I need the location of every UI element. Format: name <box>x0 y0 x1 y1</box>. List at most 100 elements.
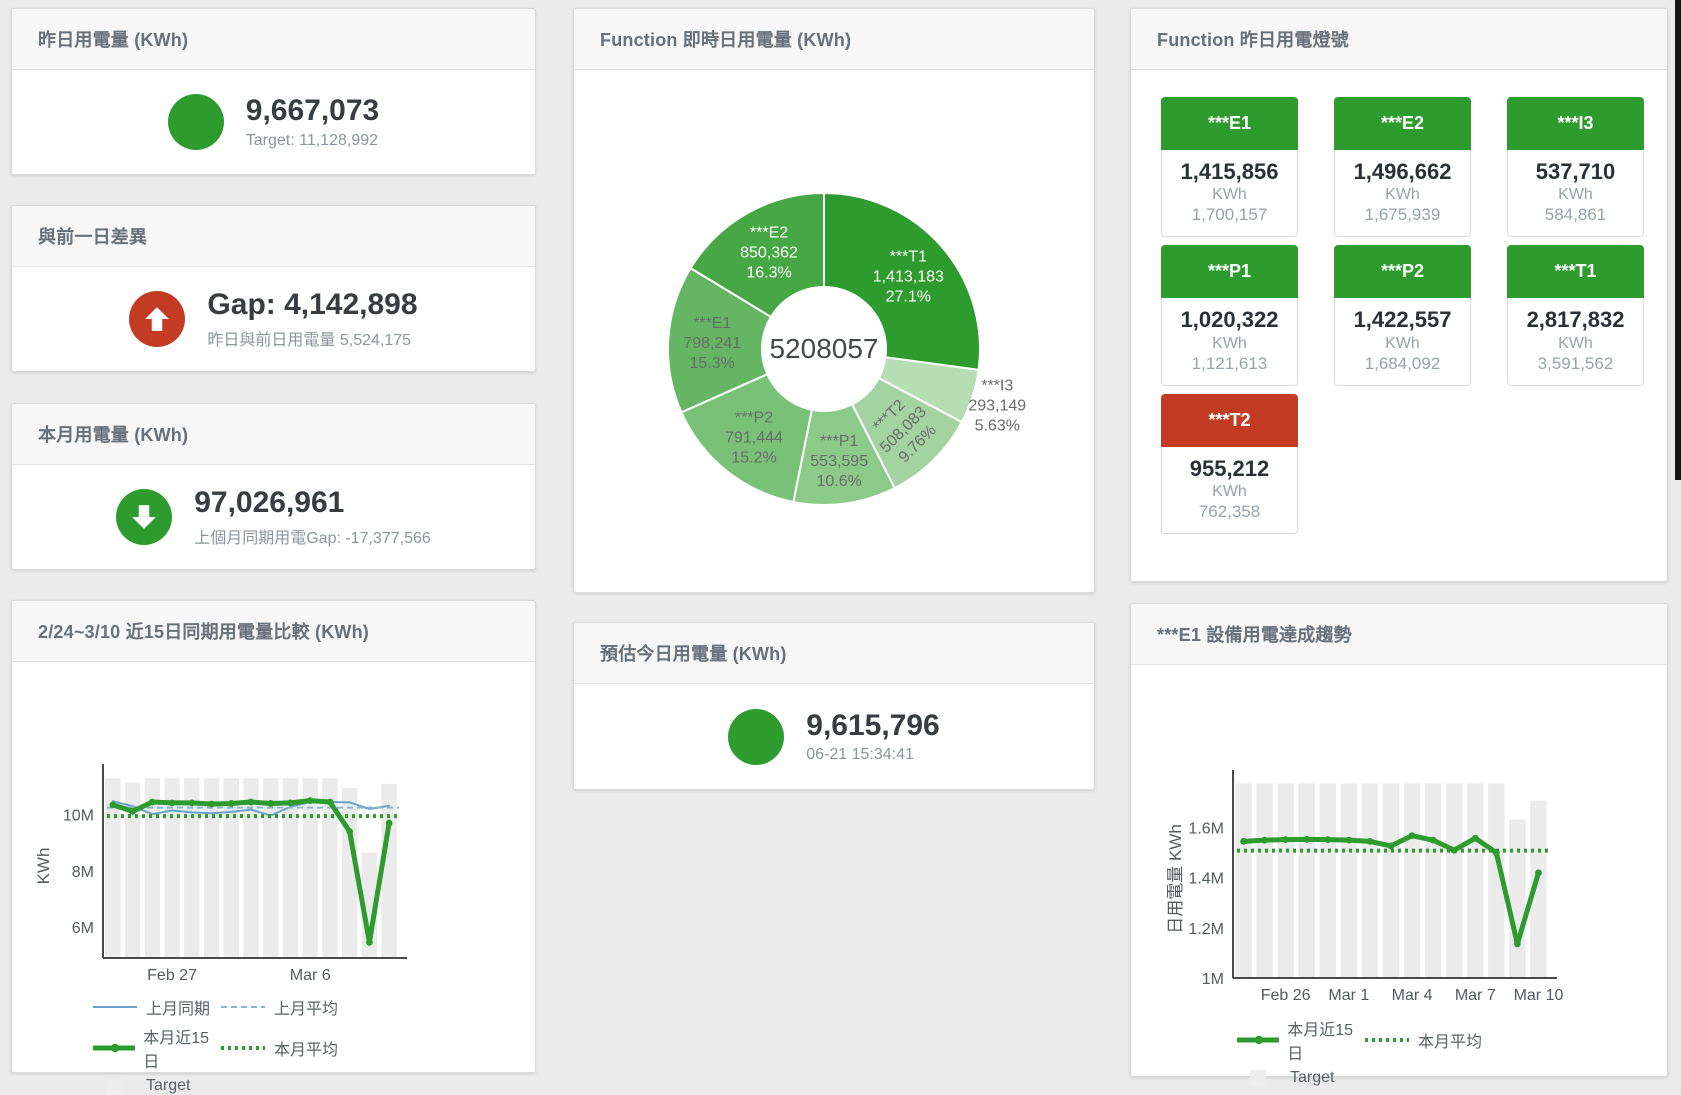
stat-value: 97,026,961 <box>194 486 431 521</box>
data-point <box>149 799 156 806</box>
card-realtime-donut: Function 即時日用電量 (KWh) ***T11,413,18327.1… <box>573 8 1095 593</box>
tile-value: 1,415,856 <box>1162 159 1297 185</box>
data-point <box>1303 836 1310 843</box>
stat-body: 97,026,961 上個月同期用電Gap: -17,377,566 <box>12 465 535 569</box>
target-bar <box>1509 820 1525 978</box>
data-point <box>1240 838 1247 845</box>
tile-value: 1,422,557 <box>1335 307 1470 333</box>
scrollbar-thumb[interactable] <box>1675 0 1681 480</box>
tile-label: ***I3 <box>1507 97 1644 150</box>
legend-item[interactable]: Target <box>92 1077 220 1095</box>
line-swatch <box>220 998 266 1016</box>
data-point <box>208 801 215 808</box>
legend-row: 本月近15日 本月平均 <box>1236 1016 1667 1064</box>
stat-text: Gap: 4,142,898 昨日與前日用電量 5,524,175 <box>207 288 417 350</box>
legend-item[interactable]: 上月平均 <box>220 995 338 1019</box>
legend-label: Target <box>1290 1069 1334 1087</box>
data-point <box>366 939 373 946</box>
line-swatch <box>220 1039 266 1057</box>
legend-item[interactable]: Target <box>1236 1069 1364 1087</box>
legend-row: Target <box>1236 1069 1667 1087</box>
tile-target: 1,121,613 <box>1162 354 1297 374</box>
function-tile: ***E11,415,856KWh1,700,157 <box>1161 97 1298 237</box>
line-swatch <box>92 998 138 1016</box>
tile-unit: KWh <box>1508 186 1643 204</box>
legend-item[interactable]: 本月平均 <box>1364 1028 1482 1052</box>
card-header: ***E1 設備用電達成趨勢 <box>1131 604 1667 665</box>
stat-text: 9,615,796 06-21 15:34:41 <box>806 709 939 765</box>
card-yesterday-usage: 昨日用電量 (KWh) 9,667,073 Target: 11,128,992 <box>11 8 536 175</box>
tile-label: ***T2 <box>1161 394 1298 447</box>
chart-text: Feb 27 <box>147 967 197 984</box>
legend-label: 本月平均 <box>1418 1028 1482 1052</box>
tile-body: 955,212KWh762,358 <box>1161 447 1298 534</box>
stat-body: Gap: 4,142,898 昨日與前日用電量 5,524,175 <box>12 267 535 371</box>
chart-text: 6M <box>72 920 94 937</box>
tile-target: 1,700,157 <box>1162 205 1297 225</box>
tile-target: 762,358 <box>1162 502 1297 522</box>
tile-body: 2,817,832KWh3,591,562 <box>1507 298 1644 385</box>
legend-item[interactable]: 本月近15日 <box>1236 1016 1364 1064</box>
chart-text: 1.6M <box>1188 821 1224 838</box>
legend-item[interactable]: 本月近15日 <box>92 1024 220 1072</box>
chart-text: 1.4M <box>1188 871 1224 888</box>
line-swatch <box>92 1039 135 1057</box>
target-bar <box>1299 784 1315 978</box>
data-point <box>228 800 235 807</box>
legend-label: 本月近15日 <box>1287 1016 1364 1064</box>
data-point <box>346 828 353 835</box>
card-title: 本月用電量 (KWh) <box>38 421 188 447</box>
stat-value: 9,615,796 <box>806 709 939 744</box>
data-point <box>109 801 116 808</box>
data-point <box>287 799 294 806</box>
function-tile: ***P21,422,557KWh1,684,092 <box>1334 245 1471 385</box>
legend-item[interactable]: 上月同期 <box>92 995 220 1019</box>
card-header: 預估今日用電量 (KWh) <box>574 623 1094 684</box>
legend-label: 上月同期 <box>146 995 210 1019</box>
chart-text: Mar 1 <box>1328 987 1369 1004</box>
target-bar <box>1235 784 1251 978</box>
data-point <box>188 799 195 806</box>
status-indicator-icon <box>116 489 172 545</box>
tile-value: 955,212 <box>1162 456 1297 482</box>
target-bar <box>1404 784 1420 978</box>
tile-unit: KWh <box>1162 483 1297 501</box>
tile-body: 1,496,662KWh1,675,939 <box>1334 150 1471 237</box>
card-e1-trend-chart: ***E1 設備用電達成趨勢 1M1.2M1.4M1.6MFeb 26Mar 1… <box>1130 603 1668 1077</box>
tile-body: 537,710KWh584,861 <box>1507 150 1644 237</box>
tile-value: 1,496,662 <box>1335 159 1470 185</box>
tile-target: 3,591,562 <box>1508 354 1643 374</box>
card-title: Function 即時日用電量 (KWh) <box>600 26 851 52</box>
card-title: Function 昨日用電燈號 <box>1157 26 1349 52</box>
stat-subtitle: 昨日與前日用電量 5,524,175 <box>207 326 417 350</box>
data-point <box>327 799 334 806</box>
tile-body: 1,020,322KWh1,121,613 <box>1161 298 1298 385</box>
card-title: 2/24~3/10 近15日同期用電量比較 (KWh) <box>38 618 369 644</box>
target-bar <box>1341 784 1357 978</box>
data-point <box>267 800 274 807</box>
arrow-up-icon <box>142 304 172 334</box>
chart-text: Mar 6 <box>290 967 331 984</box>
stat-value: Gap: 4,142,898 <box>207 288 417 323</box>
legend-row: Target <box>92 1077 535 1095</box>
function-tile: ***T2955,212KWh762,358 <box>1161 394 1298 534</box>
tile-label: ***P2 <box>1334 245 1471 298</box>
tile-target: 1,675,939 <box>1335 205 1470 225</box>
stat-text: 97,026,961 上個月同期用電Gap: -17,377,566 <box>194 486 431 548</box>
legend-label: 上月平均 <box>274 995 338 1019</box>
function-tile-grid: ***E11,415,856KWh1,700,157***E21,496,662… <box>1131 70 1667 534</box>
tile-target: 584,861 <box>1508 205 1643 225</box>
card-title: ***E1 設備用電達成趨勢 <box>1157 621 1352 647</box>
e1-trend-line-chart: 1M1.2M1.4M1.6MFeb 26Mar 1Mar 4Mar 7Mar 1… <box>1131 665 1667 1005</box>
chart-text: 1M <box>1202 971 1224 988</box>
stat-value: 9,667,073 <box>246 94 379 129</box>
chart-legend: 本月近15日 本月平均 Target <box>1236 1016 1667 1087</box>
card-day-gap: 與前一日差異 Gap: 4,142,898 昨日與前日用電量 5,524,175 <box>11 205 536 372</box>
chart-text: 10M <box>63 808 94 825</box>
chart-text: 1.2M <box>1188 921 1224 938</box>
target-swatch <box>1236 1069 1282 1087</box>
data-point <box>307 797 314 804</box>
tile-unit: KWh <box>1162 186 1297 204</box>
legend-item[interactable]: 本月平均 <box>220 1036 338 1060</box>
chart-text: Mar 7 <box>1455 987 1496 1004</box>
